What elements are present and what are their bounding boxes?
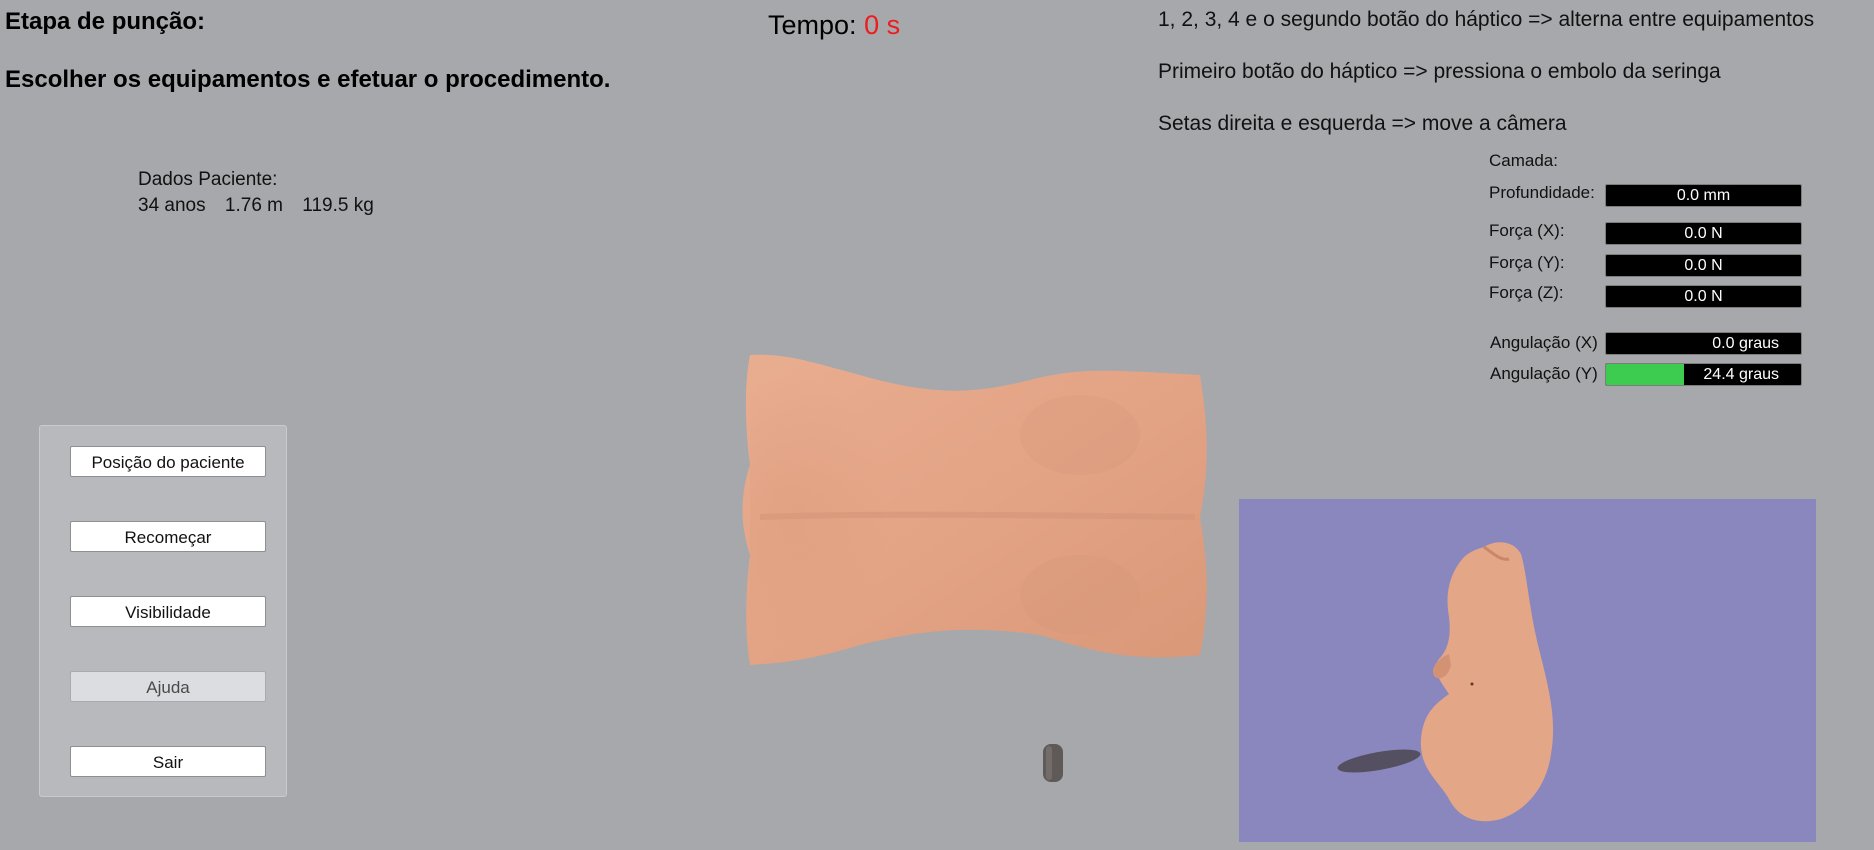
scapula-right — [1020, 555, 1140, 635]
patient-heading: Dados Paciente: — [138, 169, 278, 190]
force-z-label: Força (Z): — [1489, 283, 1564, 302]
angle-x-value: 0.0 graus — [1712, 335, 1779, 352]
force-x-label: Força (X): — [1489, 221, 1565, 240]
force-y-value: 0.0 N — [1684, 257, 1723, 274]
angle-y-readout: 24.4 graus — [1605, 363, 1802, 386]
help-line-syringe: Primeiro botão do háptico => pressiona o… — [1158, 60, 1721, 83]
exit-button[interactable]: Sair — [70, 746, 266, 777]
visibility-button[interactable]: Visibilidade — [70, 596, 266, 627]
patient-height: 1.76 m — [224, 195, 283, 216]
spine-line — [759, 511, 1196, 520]
navel — [1470, 682, 1474, 686]
timer-value: 0 s — [864, 10, 901, 40]
patient-age: 34 anos — [138, 195, 206, 216]
patient-data: Dados Paciente: 34 anos 1.76 m 119.5 kg — [138, 167, 388, 219]
depth-label: Profundidade: — [1489, 183, 1595, 202]
force-z-readout: 0.0 N — [1605, 285, 1802, 308]
restart-button[interactable]: Recomeçar — [70, 521, 266, 552]
help-button[interactable]: Ajuda — [70, 671, 266, 702]
depth-value: 0.0 mm — [1676, 187, 1731, 204]
force-y-readout: 0.0 N — [1605, 254, 1802, 277]
angle-x-label: Angulação (X) — [1490, 333, 1598, 352]
patient-weight: 119.5 kg — [302, 195, 374, 216]
help-line-equipment: 1, 2, 3, 4 e o segundo botão do háptico … — [1158, 8, 1815, 31]
force-y-label: Força (Y): — [1489, 253, 1565, 272]
timer-label: Tempo: — [768, 10, 857, 40]
force-x-value: 0.0 N — [1684, 225, 1723, 242]
patient-position-button[interactable]: Posição do paciente — [70, 446, 266, 477]
angle-y-label: Angulação (Y) — [1490, 364, 1598, 383]
shadow — [1337, 749, 1421, 773]
force-x-readout: 0.0 N — [1605, 222, 1802, 245]
patient-back-model[interactable] — [730, 345, 1220, 675]
depth-readout: 0.0 mm — [1605, 184, 1802, 207]
angle-y-value: 24.4 graus — [1703, 366, 1779, 383]
side-body — [1420, 542, 1554, 822]
help-line-camera: Setas direita e esquerda => move a câmer… — [1158, 112, 1567, 135]
timer: Tempo: 0 s — [768, 10, 900, 41]
instruction-text: Escolher os equipamentos e efetuar o pro… — [5, 66, 611, 93]
layer-label: Camada: — [1489, 151, 1558, 170]
syringe-tool-icon[interactable] — [1040, 742, 1066, 784]
stage-title: Etapa de punção: — [5, 8, 206, 35]
scapula-left — [1020, 395, 1140, 475]
side-view-viewport[interactable] — [1239, 499, 1816, 842]
angle-x-readout: 0.0 graus — [1605, 332, 1802, 355]
patient-side-model — [1337, 542, 1554, 822]
menu-panel: Posição do paciente Recomeçar Visibilida… — [39, 425, 287, 797]
force-z-value: 0.0 N — [1684, 288, 1723, 305]
